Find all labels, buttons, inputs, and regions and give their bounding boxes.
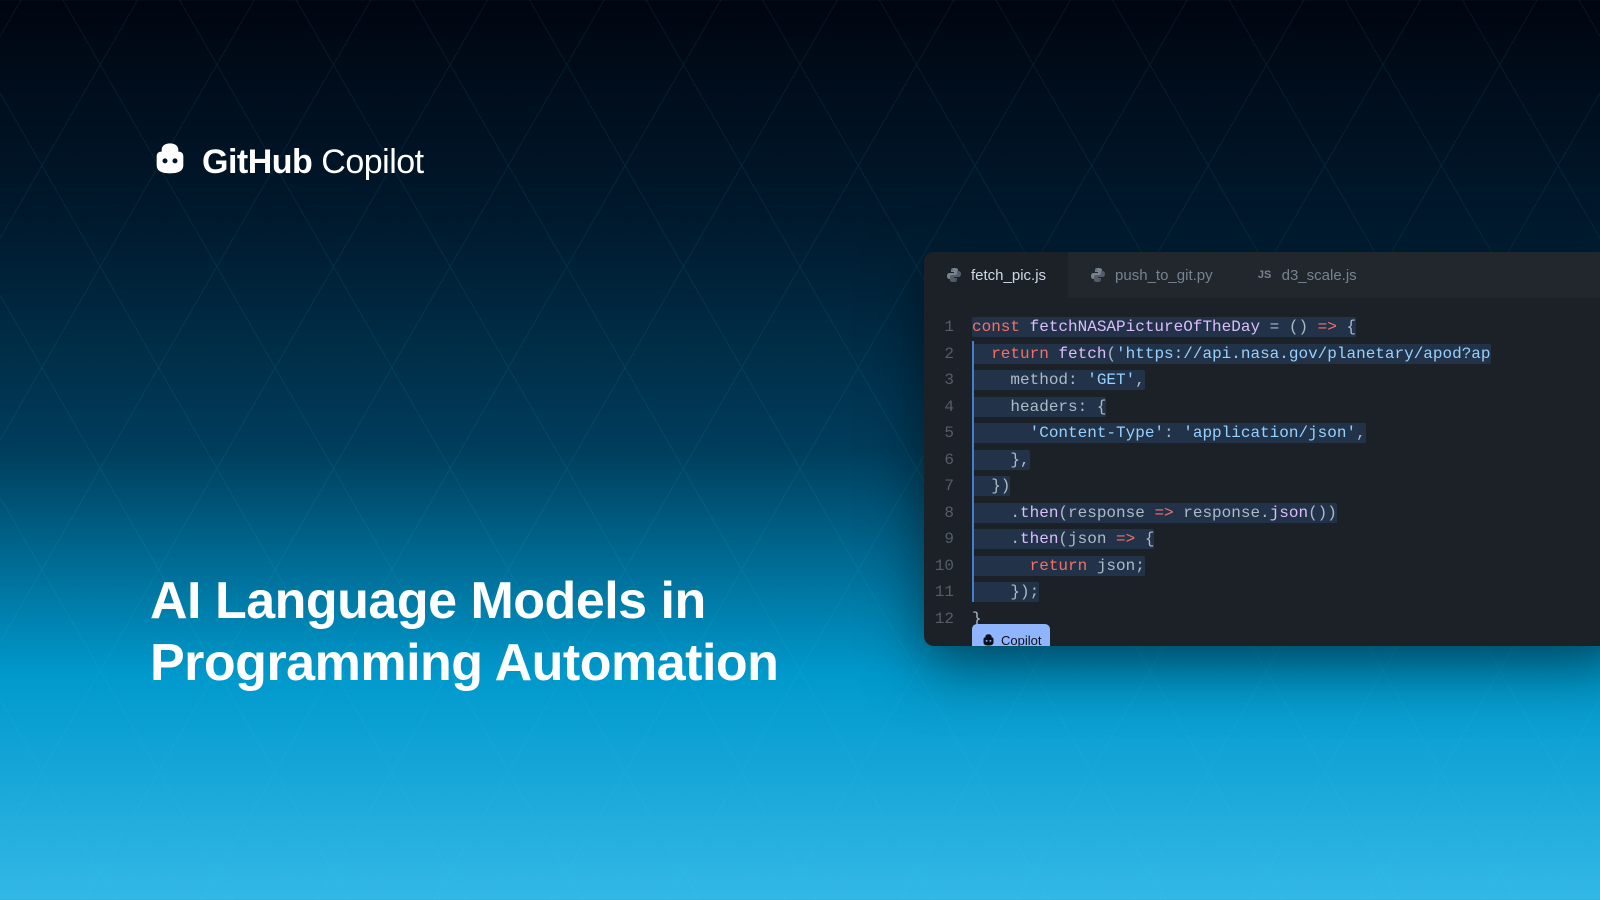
tab-fetch_pic-js[interactable]: fetch_pic.js (924, 252, 1068, 298)
line-number: 12 (924, 606, 972, 633)
code-content[interactable]: headers: { (972, 394, 1106, 421)
code-content[interactable]: .then(response => response.json()) (972, 500, 1337, 527)
code-line: 1const fetchNASAPictureOfTheDay = () => … (924, 314, 1600, 341)
product-logo: GitHub Copilot (150, 140, 424, 185)
python-icon (946, 267, 962, 283)
line-number: 1 (924, 314, 972, 341)
code-content[interactable]: return fetch('https://api.nasa.gov/plane… (972, 341, 1491, 368)
code-editor: fetch_pic.jspush_to_git.pyJSd3_scale.js … (924, 252, 1600, 646)
code-content[interactable]: const fetchNASAPictureOfTheDay = () => { (972, 314, 1356, 341)
code-line: 4 headers: { (924, 394, 1600, 421)
code-line: 5 'Content-Type': 'application/json', (924, 420, 1600, 447)
code-line: 11 }); (924, 579, 1600, 606)
slide-headline: AI Language Models in Programming Automa… (150, 570, 778, 695)
line-number: 11 (924, 579, 972, 606)
code-line: 3 method: 'GET', (924, 367, 1600, 394)
line-number: 4 (924, 394, 972, 421)
code-line: 9 .then(json => { (924, 526, 1600, 553)
code-content[interactable]: .then(json => { (972, 526, 1154, 553)
line-number: 3 (924, 367, 972, 394)
line-number: 10 (924, 553, 972, 580)
tab-push_to_git-py[interactable]: push_to_git.py (1068, 252, 1235, 298)
code-content[interactable]: 'Content-Type': 'application/json', (972, 420, 1366, 447)
code-line: 7 }) (924, 473, 1600, 500)
code-content[interactable]: return json; (972, 553, 1145, 580)
tab-label: fetch_pic.js (971, 267, 1046, 284)
line-number: 5 (924, 420, 972, 447)
code-line: 6 }, (924, 447, 1600, 474)
code-content[interactable]: method: 'GET', (972, 367, 1145, 394)
code-line: 2 return fetch('https://api.nasa.gov/pla… (924, 341, 1600, 368)
code-area: 1const fetchNASAPictureOfTheDay = () => … (924, 298, 1600, 646)
code-line: 8 .then(response => response.json()) (924, 500, 1600, 527)
code-content[interactable]: }, (972, 447, 1030, 474)
python-icon (1090, 267, 1106, 283)
copilot-icon (150, 140, 190, 185)
line-number: 7 (924, 473, 972, 500)
line-number: 8 (924, 500, 972, 527)
js-icon: JS (1257, 267, 1273, 283)
line-number: 9 (924, 526, 972, 553)
line-number: 6 (924, 447, 972, 474)
code-content[interactable]: }); (972, 579, 1039, 606)
tab-label: push_to_git.py (1115, 267, 1213, 284)
copilot-badge: Copilot (972, 624, 1050, 647)
logo-text: GitHub Copilot (202, 143, 424, 182)
code-line: 10 return json; (924, 553, 1600, 580)
tab-bar: fetch_pic.js push_to_git.py JS d3_scale.js (924, 252, 1600, 298)
tab-label: d3_scale.js (1282, 267, 1357, 284)
code-content[interactable]: }) (972, 473, 1010, 500)
tab-d3_scale-js[interactable]: JS d3_scale.js (1235, 252, 1379, 298)
line-number: 2 (924, 341, 972, 368)
